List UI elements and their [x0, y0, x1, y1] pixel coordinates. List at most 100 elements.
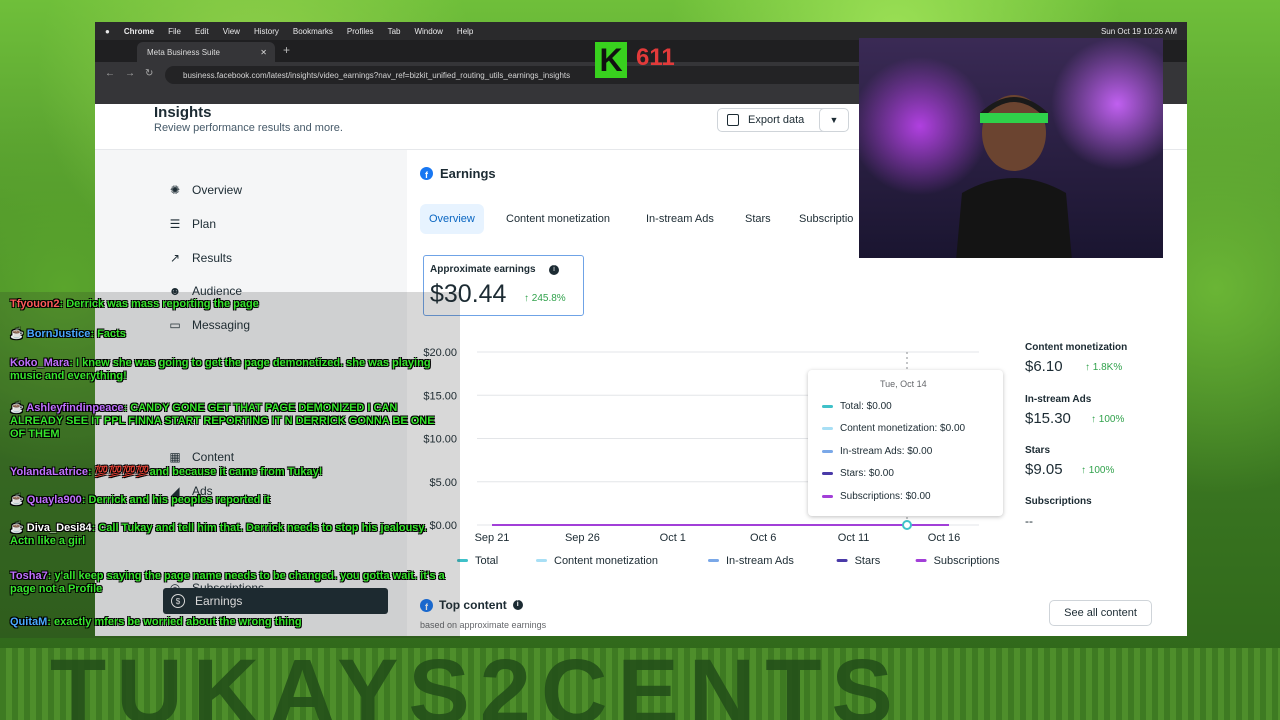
legend-label: In-stream Ads	[726, 555, 794, 567]
banner-text: TUKAYS2CENTS	[50, 648, 903, 720]
stream-chat-overlay: Tfyouon2: Derrick was mass reporting the…	[0, 292, 460, 638]
x-tick-label: Oct 11	[838, 532, 870, 544]
chat-message: Tosha7: y'all keep saying the page name …	[10, 570, 445, 595]
chat-message: ☕ Diva_Desi84: Call Tukay and tell him t…	[10, 522, 427, 547]
stream-counter: 611	[636, 44, 675, 71]
page-subtitle: Review performance results and more.	[154, 122, 343, 134]
tooltip-row-subscriptions: Subscriptions: $0.00	[822, 491, 931, 502]
reload-icon[interactable]: ↻	[145, 68, 153, 79]
menu-view[interactable]: View	[223, 27, 240, 36]
sidebar-item-plan[interactable]: ☰ Plan	[168, 217, 216, 231]
webcam-overlay	[859, 38, 1163, 258]
chat-text: y'all keep saying the page name needs to…	[10, 570, 445, 595]
sidebar-item-results[interactable]: ↗ Results	[168, 251, 232, 265]
menu-file[interactable]: File	[168, 27, 181, 36]
sidebar-item-overview[interactable]: ✺ Overview	[168, 183, 242, 197]
chat-username: Tosha7	[10, 570, 48, 582]
menu-profiles[interactable]: Profiles	[347, 27, 374, 36]
stat-change: ↑ 1.8K%	[1085, 362, 1123, 373]
chat-username: Quayla900	[26, 494, 82, 506]
stat-value: --	[1025, 514, 1033, 528]
stat-value: $15.30	[1025, 410, 1071, 427]
x-tick-label: Oct 6	[750, 532, 776, 544]
apple-icon[interactable]: ●	[105, 27, 110, 36]
stat-value: $9.05	[1025, 461, 1063, 478]
stat-change: ↑ 100%	[1091, 414, 1125, 425]
legend-swatch	[822, 472, 833, 475]
chat-text: 💯💯💯💯and because it came from Tukay!	[94, 466, 323, 478]
legend-swatch	[836, 559, 848, 562]
menu-bookmarks[interactable]: Bookmarks	[293, 27, 333, 36]
earnings-title: Earnings	[440, 166, 496, 181]
legend-label: Stars	[855, 555, 881, 567]
browser-tab-title: Meta Business Suite	[147, 47, 220, 57]
chat-username: Ashleyfindinpeace	[26, 402, 124, 414]
hover-point	[902, 520, 912, 530]
chat-message: ☕ Quayla900: Derrick and his peoples rep…	[10, 494, 271, 506]
tab-content-monetization[interactable]: Content monetization	[497, 204, 619, 234]
tab-stars[interactable]: Stars	[736, 204, 780, 234]
back-icon[interactable]: ←	[105, 68, 115, 79]
chat-text: Derrick was mass reporting the page	[66, 298, 259, 310]
stat-value: $6.10	[1025, 358, 1063, 375]
chat-text: exactly mfers be worried about the wrong…	[54, 616, 302, 628]
legend-swatch	[822, 427, 833, 430]
chat-message: ☕ Ashleyfindinpeace: CANDY GONE GET THAT…	[10, 402, 435, 440]
tooltip-row-label: In-stream Ads: $0.00	[840, 446, 933, 457]
legend-swatch	[822, 405, 833, 408]
tab-overview[interactable]: Overview	[420, 204, 484, 234]
tooltip-row-stars: Stars: $0.00	[822, 468, 894, 479]
menu-edit[interactable]: Edit	[195, 27, 209, 36]
close-tab-icon[interactable]: ✕	[260, 48, 267, 57]
overview-icon: ✺	[169, 183, 181, 197]
new-tab-icon[interactable]: +	[283, 43, 290, 57]
info-icon[interactable]: i	[549, 265, 559, 275]
stream-logo: K	[595, 42, 627, 78]
facebook-icon: f	[420, 167, 433, 180]
chat-username: YolandaLatrice	[10, 466, 89, 478]
x-tick-label: Sep 26	[565, 532, 600, 544]
legend-swatch	[708, 559, 719, 562]
menubar-clock: Sun Oct 19 10:26 AM	[1100, 26, 1177, 36]
chat-message: Tfyouon2: Derrick was mass reporting the…	[10, 298, 259, 310]
chevron-down-icon: ▼	[829, 115, 839, 125]
browser-tab[interactable]: Meta Business Suite ✕	[137, 42, 275, 62]
sidebar-item-label: Plan	[192, 217, 217, 231]
tab-in-stream-ads[interactable]: In-stream Ads	[637, 204, 723, 234]
legend-swatch	[822, 495, 833, 498]
tooltip-row-in-stream-ads: In-stream Ads: $0.00	[822, 446, 932, 457]
legend-swatch	[822, 450, 833, 453]
legend-label: Subscriptions	[934, 555, 1001, 567]
chart-tooltip: Tue, Oct 14 Total: $0.00 Content monetiz…	[808, 370, 1003, 516]
legend-label: Content monetization	[554, 555, 658, 567]
menu-help[interactable]: Help	[457, 27, 473, 36]
streamer-silhouette	[956, 95, 1072, 258]
legend-label: Total	[475, 555, 498, 567]
chat-username: Tfyouon2	[10, 298, 60, 310]
menu-window[interactable]: Window	[414, 27, 442, 36]
export-data-button[interactable]: Export data	[717, 108, 829, 132]
forward-icon[interactable]: →	[125, 68, 135, 79]
menubar-app-name[interactable]: Chrome	[124, 27, 154, 36]
chat-message: QuitaM: exactly mfers be worried about t…	[10, 616, 302, 628]
chat-message: Koko_Mara: I knew she was going to get t…	[10, 357, 431, 382]
x-tick-label: Oct 16	[928, 532, 960, 544]
export-icon	[727, 114, 739, 126]
x-tick-label: Sep 21	[475, 532, 510, 544]
tooltip-row-total: Total: $0.00	[822, 401, 892, 412]
page-title: Insights	[154, 104, 212, 121]
info-icon[interactable]: i	[512, 600, 523, 610]
tab-subscriptions[interactable]: Subscriptio	[790, 204, 862, 234]
earnings-breakdown: Content monetization $6.10 ↑ 1.8K% In-st…	[1025, 336, 1185, 576]
stat-label: Stars	[1025, 445, 1051, 456]
export-dropdown-button[interactable]: ▼	[819, 108, 849, 132]
see-all-content-button[interactable]: See all content	[1049, 600, 1152, 626]
chat-username: BornJustice	[26, 328, 91, 340]
sidebar-item-label: Overview	[192, 183, 243, 197]
tooltip-row-label: Stars: $0.00	[840, 468, 894, 479]
menu-history[interactable]: History	[254, 27, 279, 36]
trend-icon: ↗	[169, 251, 181, 265]
legend-swatch	[536, 559, 547, 562]
chat-message: YolandaLatrice: 💯💯💯💯and because it came …	[10, 466, 323, 478]
menu-tab[interactable]: Tab	[388, 27, 401, 36]
